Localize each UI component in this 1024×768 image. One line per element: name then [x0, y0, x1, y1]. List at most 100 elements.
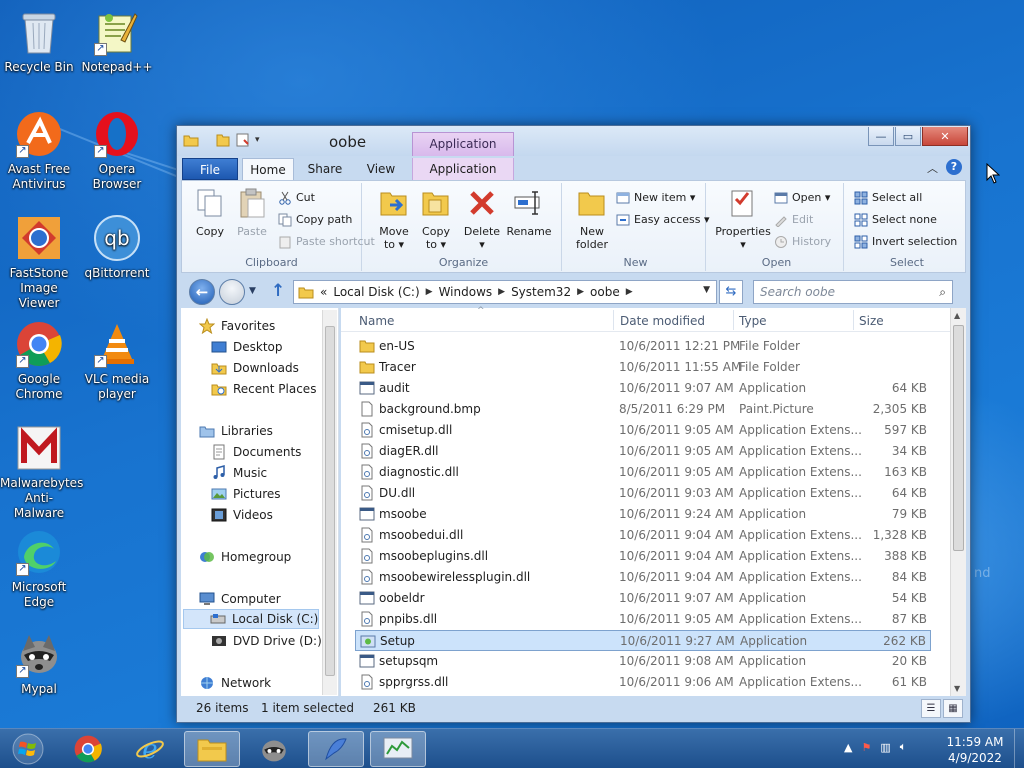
file-row[interactable]: Tracer 10/6/2011 11:55 AM File Folder: [355, 357, 931, 378]
file-row[interactable]: oobeldr 10/6/2011 9:07 AM Application 54 KB: [355, 588, 931, 609]
nav-computer[interactable]: Computer: [199, 589, 281, 609]
history-button[interactable]: History: [774, 233, 831, 251]
nav-pictures[interactable]: Pictures: [211, 484, 281, 504]
folder-icon[interactable]: [183, 132, 199, 148]
taskbar-file-explorer[interactable]: [184, 731, 240, 767]
chevron-right-icon[interactable]: ▶: [498, 287, 505, 297]
file-row[interactable]: background.bmp 8/5/2011 6:29 PM Paint.Pict…: [355, 399, 931, 420]
desktop-icon-mypal[interactable]: ↗ Mypal: [0, 630, 78, 697]
recent-locations-icon[interactable]: ▼: [249, 286, 256, 296]
nav-scrollbar[interactable]: [322, 310, 337, 695]
desktop-icon-vlc[interactable]: ↗ VLC media player: [78, 320, 156, 402]
file-row[interactable]: DU.dll 10/6/2011 9:03 AM Application Exten…: [355, 483, 931, 504]
file-row[interactable]: cmisetup.dll 10/6/2011 9:05 AM Application…: [355, 420, 931, 441]
show-hidden-icons-icon[interactable]: ▲: [844, 741, 852, 754]
taskbar-mypal[interactable]: [246, 731, 302, 767]
new-folder-button[interactable]: New folder: [570, 187, 614, 251]
column-divider[interactable]: [853, 310, 854, 330]
breadcrumb-windows[interactable]: Windows: [439, 285, 493, 299]
desktop-icon-avast[interactable]: ↗ Avast Free Antivirus: [0, 110, 78, 192]
customize-qat-icon[interactable]: ▾: [255, 135, 260, 145]
open-button[interactable]: Open ▾: [774, 189, 830, 207]
taskbar-chrome[interactable]: [60, 731, 116, 767]
chevron-right-icon[interactable]: ▶: [426, 287, 433, 297]
help-icon[interactable]: ?: [946, 159, 962, 175]
nav-homegroup[interactable]: Homegroup: [199, 547, 291, 567]
nav-libraries[interactable]: Libraries: [199, 421, 273, 441]
minimize-ribbon-icon[interactable]: ︿: [927, 160, 938, 176]
clock[interactable]: 11:59 AM 4/9/2022: [940, 734, 1010, 766]
tab-application[interactable]: Application: [412, 158, 514, 180]
move-to-button[interactable]: Move to ▾: [374, 187, 414, 251]
nav-scrollbar-thumb[interactable]: [325, 326, 335, 676]
tab-file[interactable]: File: [182, 158, 238, 180]
file-list-scrollbar[interactable]: ▲ ▼: [950, 308, 966, 696]
nav-local-disk[interactable]: Local Disk (C:): [183, 609, 319, 629]
column-divider[interactable]: [733, 310, 734, 330]
paste-shortcut-button[interactable]: Paste shortcut: [278, 233, 375, 251]
tab-view[interactable]: View: [357, 158, 405, 180]
scroll-up-icon[interactable]: ▲: [954, 311, 960, 320]
nav-desktop[interactable]: Desktop: [211, 337, 283, 357]
file-list-scrollbar-thumb[interactable]: [953, 325, 964, 551]
properties-icon[interactable]: [215, 132, 231, 148]
breadcrumb-oobe[interactable]: oobe: [590, 285, 620, 299]
up-arrow-icon[interactable]: ↑: [271, 281, 285, 301]
desktop-icon-opera[interactable]: ↗ Opera Browser: [78, 110, 156, 192]
file-row[interactable]: spprgrss.dll 10/6/2011 9:06 AM Application…: [355, 672, 931, 693]
invert-selection-button[interactable]: Invert selection: [854, 233, 957, 251]
minimize-button[interactable]: —: [868, 127, 894, 146]
tab-home[interactable]: Home: [242, 158, 294, 181]
file-row[interactable]: msoobedui.dll 10/6/2011 9:04 AM Applicatio…: [355, 525, 931, 546]
taskbar-app[interactable]: [308, 731, 364, 767]
nav-music[interactable]: Music: [211, 463, 267, 483]
desktop-icon-malwarebytes[interactable]: Malwarebytes Anti-Malware: [0, 424, 83, 521]
file-row[interactable]: diagER.dll 10/6/2011 9:05 AM Application E…: [355, 441, 931, 462]
nav-network[interactable]: Network: [199, 673, 271, 693]
address-dropdown-icon[interactable]: ▼: [703, 285, 710, 295]
desktop-icon-edge[interactable]: ↗ Microsoft Edge: [0, 528, 78, 610]
desktop-icon-chrome[interactable]: ↗ Google Chrome: [0, 320, 78, 402]
column-name[interactable]: Name: [359, 314, 394, 328]
action-center-icon[interactable]: ⚑: [861, 741, 871, 754]
close-button[interactable]: ✕: [922, 127, 968, 146]
file-row[interactable]: audit 10/6/2011 9:07 AM Application 64 KB: [355, 378, 931, 399]
file-row[interactable]: en-US 10/6/2011 12:21 PM File Folder: [355, 336, 931, 357]
file-row[interactable]: msoobeplugins.dll 10/6/2011 9:04 AM Applic…: [355, 546, 931, 567]
copy-path-button[interactable]: Copy path: [278, 211, 352, 229]
copy-button[interactable]: Copy: [190, 187, 230, 238]
column-divider[interactable]: [613, 310, 614, 330]
nav-downloads[interactable]: Downloads: [211, 358, 299, 378]
new-item-button[interactable]: New item ▾: [616, 189, 695, 207]
details-view-button[interactable]: ☰: [921, 699, 941, 718]
copy-to-button[interactable]: Copy to ▾: [416, 187, 456, 251]
nav-documents[interactable]: Documents: [211, 442, 301, 462]
breadcrumb-system32[interactable]: System32: [511, 285, 571, 299]
maximize-button[interactable]: ▭: [895, 127, 921, 146]
nav-favorites[interactable]: Favorites: [199, 316, 275, 336]
volume-icon[interactable]: 🔈︎: [900, 740, 907, 754]
breadcrumb-overflow[interactable]: «: [320, 285, 327, 299]
nav-recent-places[interactable]: Recent Places: [211, 379, 316, 399]
new-folder-icon[interactable]: [235, 132, 251, 148]
search-icon[interactable]: ⌕: [939, 281, 946, 303]
edit-button[interactable]: Edit: [774, 211, 813, 229]
select-all-button[interactable]: Select all: [854, 189, 922, 207]
taskbar-internet-explorer[interactable]: e: [122, 731, 178, 767]
nav-videos[interactable]: Videos: [211, 505, 273, 525]
scroll-down-icon[interactable]: ▼: [954, 684, 960, 693]
forward-button[interactable]: [219, 279, 245, 305]
file-row[interactable]: pnpibs.dll 10/6/2011 9:05 AM Application E…: [355, 609, 931, 630]
taskbar-task-manager[interactable]: [370, 731, 426, 767]
title-bar[interactable]: ▾ oobe Application Tools — ▭ ✕: [177, 126, 970, 173]
cut-button[interactable]: Cut: [278, 189, 315, 207]
large-icons-view-button[interactable]: ▦: [943, 699, 963, 718]
nav-dvd-drive[interactable]: DVD Drive (D:) Hi: [211, 631, 338, 651]
properties-button[interactable]: Properties ▾: [714, 187, 772, 251]
network-status-icon[interactable]: ▥: [880, 741, 890, 754]
file-row[interactable]: diagnostic.dll 10/6/2011 9:05 AM Applicati…: [355, 462, 931, 483]
desktop-icon-faststone[interactable]: FastStone Image Viewer: [0, 214, 78, 311]
easy-access-button[interactable]: Easy access ▾: [616, 211, 710, 229]
delete-button[interactable]: Delete ▾: [462, 187, 502, 251]
desktop-icon-qbittorrent[interactable]: qb qBittorrent: [78, 214, 156, 281]
